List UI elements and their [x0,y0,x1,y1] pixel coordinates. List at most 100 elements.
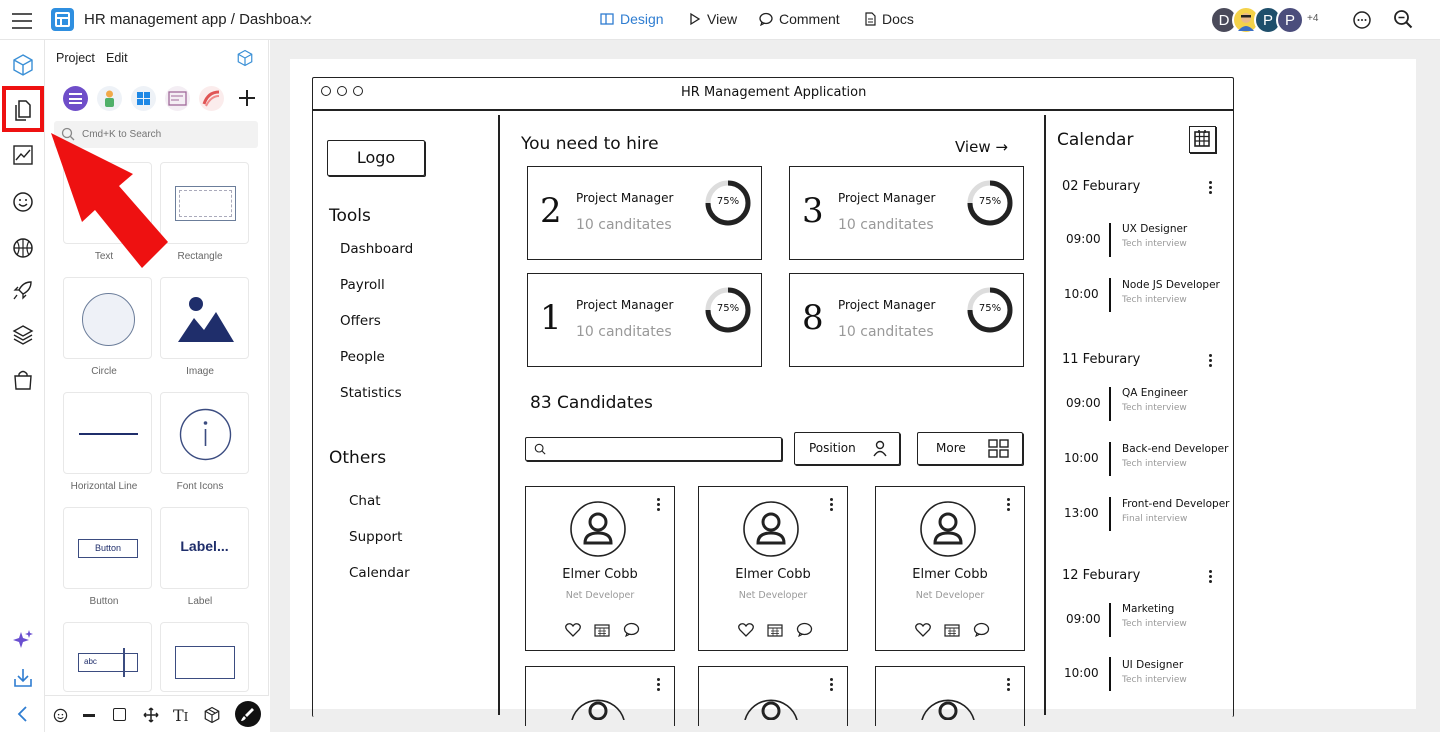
sidebar-item-people[interactable]: People [340,349,385,365]
progress-percent: 75% [716,196,740,207]
heart-icon[interactable] [738,622,754,637]
menu-edit[interactable]: Edit [106,51,128,65]
kebab-menu-icon[interactable] [830,498,833,511]
people-library-icon[interactable] [97,86,122,111]
hire-card[interactable]: 8 Project Manager 10 canditates 75% [789,273,1024,367]
cube-icon[interactable] [236,49,254,72]
comment-icon[interactable] [623,622,640,637]
sketch-library-icon[interactable] [199,86,224,111]
event-title[interactable]: QA Engineer [1122,387,1188,399]
event-title[interactable]: Marketing [1122,603,1174,615]
calendar-icon[interactable] [944,623,960,637]
sidebar-item-calendar[interactable]: Calendar [349,565,410,581]
paint-brush-icon[interactable] [235,701,261,727]
view-link[interactable]: View → [955,138,1008,156]
chart-icon[interactable] [11,143,35,167]
event-title[interactable]: Front-end Developer [1122,498,1229,510]
candidate-card[interactable] [525,666,675,726]
line-tool-icon[interactable] [83,714,95,717]
zoom-icon[interactable] [1393,9,1413,34]
document-title[interactable]: HR management app / Dashboa... [84,11,312,28]
sidebar-item-chat[interactable]: Chat [349,493,381,509]
sparkles-icon[interactable] [11,628,35,652]
chat-icon[interactable] [1352,10,1372,35]
emoji-icon[interactable] [11,190,35,214]
wireframe-library-icon[interactable] [165,86,190,111]
candidate-search-input[interactable] [525,437,782,461]
hire-card[interactable]: 3 Project Manager 10 canditates 75% [789,166,1024,260]
component-tile-button[interactable]: Button [63,507,152,589]
sidebar-item-payroll[interactable]: Payroll [340,277,385,293]
position-button[interactable]: Position [794,432,900,465]
import-icon[interactable] [11,666,35,690]
component-tile-circle[interactable] [63,277,152,359]
component-tile-rectangle[interactable] [160,162,249,244]
sidebar-item-support[interactable]: Support [349,529,402,545]
shopping-bag-icon[interactable] [11,368,35,392]
kebab-menu-icon[interactable] [1209,570,1212,583]
kebab-menu-icon[interactable] [1209,181,1212,194]
candidate-card[interactable] [875,666,1025,726]
rocket-icon[interactable] [11,278,35,302]
tab-docs[interactable]: Docs [864,11,914,27]
component-tile-horizontal-line[interactable] [63,392,152,474]
emoji-icon[interactable] [53,708,68,723]
candidate-card[interactable] [698,666,848,726]
sidebar-item-statistics[interactable]: Statistics [340,385,402,401]
event-title[interactable]: UX Designer [1122,223,1187,235]
text-tool-icon[interactable]: TI [173,706,188,725]
component-tile-font-icons[interactable] [160,392,249,474]
sidebar-item-offers[interactable]: Offers [340,313,381,329]
kebab-menu-icon[interactable] [1007,678,1010,691]
candidate-card[interactable]: Elmer Cobb Net Developer [875,486,1025,651]
event-type: Tech interview [1122,619,1187,629]
component-tile-text-area[interactable] [160,622,249,692]
tab-design[interactable]: Design [600,11,664,27]
3d-box-icon[interactable] [203,706,221,724]
hire-card[interactable]: 1 Project Manager 10 canditates 75% [527,273,762,367]
menu-project[interactable]: Project [56,51,95,65]
hire-card[interactable]: 2 Project Manager 10 canditates 75% [527,166,762,260]
library-icon[interactable] [63,86,88,111]
avatar[interactable]: P [1276,6,1304,34]
windows-library-icon[interactable] [131,86,156,111]
layers-icon[interactable] [11,323,35,347]
kebab-menu-icon[interactable] [657,498,660,511]
pages-icon[interactable] [11,98,35,122]
move-tool-icon[interactable] [143,707,159,723]
more-collaborators-count[interactable]: +4 [1307,13,1318,24]
tab-comment[interactable]: Comment [759,11,840,27]
calendar-icon[interactable] [767,623,783,637]
calendar-grid-icon[interactable] [1189,126,1216,153]
tab-view[interactable]: View [689,11,737,27]
candidate-card[interactable]: Elmer Cobb Net Developer [525,486,675,651]
app-logo-icon[interactable] [51,8,74,31]
heart-icon[interactable] [915,622,931,637]
more-button[interactable]: More [917,432,1023,465]
cube-icon[interactable] [11,53,35,77]
add-library-icon[interactable] [236,87,258,114]
kebab-menu-icon[interactable] [1007,498,1010,511]
chevron-down-icon[interactable] [299,12,313,30]
hamburger-menu-icon[interactable] [12,11,32,29]
collapse-left-icon[interactable] [11,702,35,726]
event-title[interactable]: Node JS Developer [1122,279,1220,291]
basketball-icon[interactable] [11,236,35,260]
kebab-menu-icon[interactable] [1209,354,1212,367]
component-tile-image[interactable] [160,277,249,359]
component-tile-label[interactable]: Label... [160,507,249,589]
sidebar-item-dashboard[interactable]: Dashboard [340,241,413,257]
comment-icon[interactable] [973,622,990,637]
heart-icon[interactable] [565,622,581,637]
calendar-icon[interactable] [594,623,610,637]
comment-icon[interactable] [796,622,813,637]
event-divider [1109,603,1111,637]
event-title[interactable]: Back-end Developer [1122,443,1228,455]
kebab-menu-icon[interactable] [657,678,660,691]
candidate-card[interactable]: Elmer Cobb Net Developer [698,486,848,651]
rectangle-tool-icon[interactable] [113,708,126,721]
event-title[interactable]: UI Designer [1122,659,1183,671]
kebab-menu-icon[interactable] [830,678,833,691]
component-tile-text-input[interactable]: abc [63,622,152,692]
artboard[interactable]: HR Management Application Logo Tools Das… [290,59,1416,726]
